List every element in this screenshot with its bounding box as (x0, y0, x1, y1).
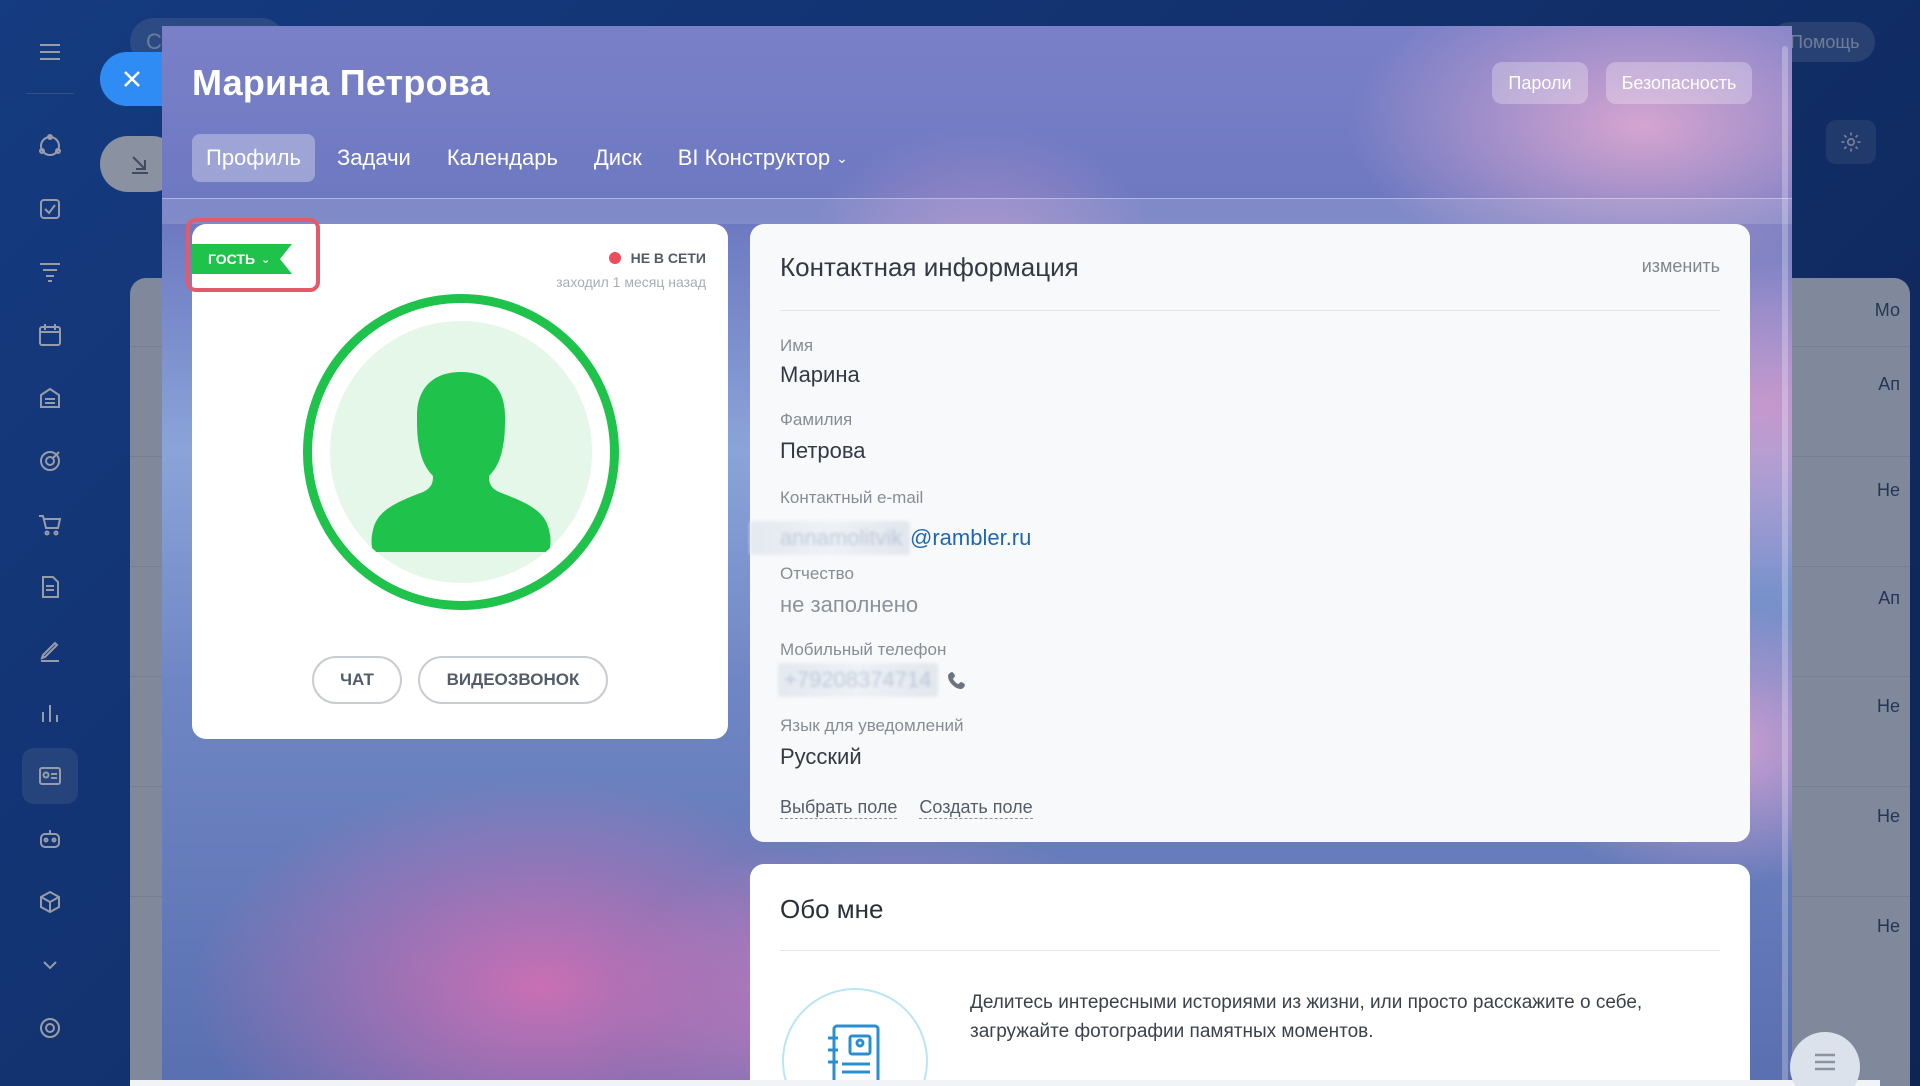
first-name-value: Марина (780, 362, 860, 387)
tab-calendar[interactable]: Календарь (433, 134, 572, 182)
contact-book-icon (828, 1024, 880, 1086)
tab-bi-constructor[interactable]: BI Конструктор ⌄ (664, 134, 862, 182)
about-illustration (782, 988, 928, 1086)
select-field-link[interactable]: Выбрать поле (780, 796, 898, 819)
email-link[interactable]: @rambler.ru (910, 525, 1031, 551)
profile-panel: Марина Петрова Пароли Безопасность Профи… (162, 26, 1792, 1086)
email-label: Контактный e-mail (780, 488, 924, 507)
phone-label: Мобильный телефон (780, 640, 947, 659)
phone-call-icon[interactable] (946, 669, 968, 691)
phone-value: +79208374714 (778, 662, 968, 698)
profile-tabs: Профиль Задачи Календарь Диск BI Констру… (192, 134, 870, 182)
page-title: Марина Петрова (192, 62, 490, 103)
section-title: Обо мне (780, 894, 884, 924)
middle-name-label: Отчество (780, 564, 854, 583)
tab-profile[interactable]: Профиль (192, 134, 315, 182)
avatar[interactable] (303, 294, 619, 610)
last-name-label: Фамилия (780, 410, 853, 429)
last-seen: заходил 1 месяц назад (556, 274, 706, 290)
first-name-label: Имя (780, 336, 814, 355)
profile-card: ГОСТЬ ⌄ НЕ В СЕТИ заходил 1 месяц назад … (186, 218, 728, 739)
field-actions: Выбрать поле Создать поле (780, 796, 1055, 819)
status-dot-icon (608, 252, 621, 264)
online-status: НЕ В СЕТИ (608, 250, 706, 266)
blurred-email-local: annamolitvik (750, 521, 910, 555)
chat-button[interactable]: ЧАТ (312, 656, 402, 704)
language-label: Язык для уведомлений (780, 716, 964, 735)
security-button[interactable]: Безопасность (1606, 62, 1752, 104)
language-value: Русский (780, 744, 862, 769)
highlight-frame (186, 218, 320, 292)
close-panel-button[interactable] (100, 52, 164, 106)
section-title: Контактная информация (780, 252, 1079, 282)
passwords-button[interactable]: Пароли (1492, 62, 1588, 104)
edit-link[interactable]: изменить (1642, 256, 1720, 277)
close-icon (124, 71, 140, 87)
user-silhouette-icon (371, 372, 551, 552)
chevron-down-icon: ⌄ (836, 149, 848, 166)
about-description: Делитесь интересными историями из жизни,… (970, 992, 1643, 1042)
last-name-value: Петрова (780, 438, 866, 463)
middle-name-value: не заполнено (780, 592, 919, 617)
create-field-link[interactable]: Создать поле (919, 796, 1033, 819)
list-icon (1815, 1053, 1835, 1071)
email-value[interactable]: annamolitvik @rambler.ru (750, 520, 1031, 556)
blurred-phone: +79208374714 (778, 663, 938, 697)
tab-tasks[interactable]: Задачи (323, 134, 425, 182)
video-call-button[interactable]: ВИДЕОЗВОНОК (418, 656, 608, 704)
about-me-card: Обо мне Делитесь интересными историями и… (750, 864, 1750, 1086)
contact-info-card: Контактная информация изменить Имя Марин… (750, 224, 1750, 842)
tab-disk[interactable]: Диск (580, 134, 656, 182)
